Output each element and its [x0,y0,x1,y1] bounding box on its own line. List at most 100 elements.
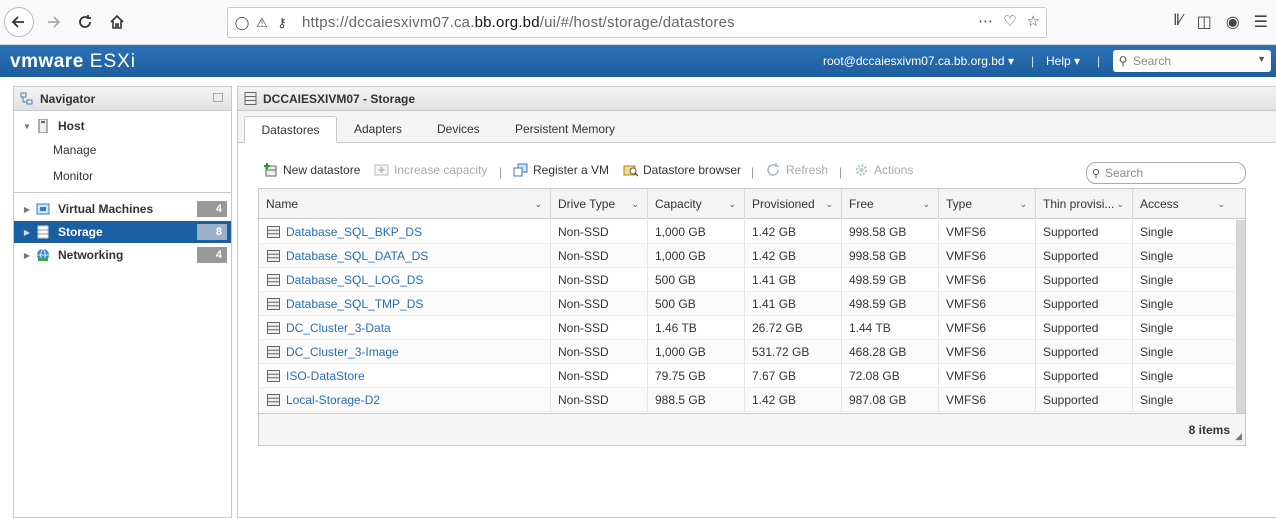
cell-provisioned: 7.67 GB [745,364,842,388]
chevron-down-icon[interactable]: ⌄ [1217,189,1225,219]
datastore-link[interactable]: Database_SQL_DATA_DS [286,244,428,268]
table-row[interactable]: DC_Cluster_3-Data Non-SSD 1.46 TB 26.72 GB 1… [259,316,1235,340]
expand-arrow-icon[interactable]: ▼ [20,122,34,131]
cell-provisioned: 531.72 GB [745,340,842,364]
actions-button[interactable]: Actions [854,163,913,177]
cell-drive-type: Non-SSD [551,388,648,412]
nav-virtual-machines[interactable]: ▶ Virtual Machines 4 [14,198,231,220]
url-text[interactable]: https://dccaiesxivm07.ca.bb.org.bd/ui/#/… [302,14,735,31]
navigator-header: Navigator [14,87,231,111]
datastore-link[interactable]: DC_Cluster_3-Image [286,340,399,364]
datastore-link[interactable]: Database_SQL_TMP_DS [286,292,423,316]
cell-provisioned: 1.42 GB [745,388,842,412]
datastore-link[interactable]: DC_Cluster_3-Data [286,316,391,340]
tab-persistent-memory[interactable]: Persistent Memory [505,116,625,143]
pocket-icon[interactable]: ♡ [1003,12,1016,30]
shield-icon[interactable]: ◯ [232,15,252,31]
cell-access: Single [1140,345,1174,359]
column-header-free[interactable]: Free ⌄ [842,189,939,219]
chevron-down-icon[interactable]: ▼ [1257,54,1266,64]
new-datastore-icon [264,163,277,177]
increase-capacity-button[interactable]: Increase capacity [374,163,487,177]
cell-access: Single [1140,297,1174,311]
datastore-link[interactable]: ISO-DataStore [286,364,365,388]
datastore-icon [267,274,280,286]
home-button[interactable] [102,7,132,37]
chevron-down-icon[interactable]: ⌄ [728,189,736,219]
datastore-link[interactable]: Database_SQL_LOG_DS [286,268,423,292]
column-header-capacity[interactable]: Capacity ⌄ [648,189,745,219]
column-header-provisioned[interactable]: Provisioned ⌄ [745,189,842,219]
column-header-name[interactable]: Name ⌄ [259,189,551,219]
vmware-esxi-logo: vmware ESXi [10,51,137,72]
chevron-down-icon[interactable]: ⌄ [631,189,639,219]
datastore-link[interactable]: Database_SQL_BKP_DS [286,220,422,244]
datastore-search-input[interactable]: ⚲ Search [1086,162,1246,184]
storage-count-badge: 8 [197,224,227,240]
reload-button[interactable] [70,7,100,37]
nav-networking[interactable]: ▶ Networking 4 [14,244,231,266]
table-row[interactable]: ISO-DataStore Non-SSD 79.75 GB 7.67 GB 72.08… [259,364,1235,388]
collapse-navigator-button[interactable] [213,93,223,102]
table-row[interactable]: DC_Cluster_3-Image Non-SSD 1,000 GB 531.72 … [259,340,1235,364]
bookmark-star-icon[interactable]: ☆ [1027,12,1040,30]
expand-arrow-icon[interactable]: ▶ [20,228,34,237]
networking-count-badge: 4 [197,247,227,263]
expand-arrow-icon[interactable]: ▶ [20,205,34,214]
sidebar-icon[interactable]: ◫ [1197,12,1212,32]
expand-arrow-icon[interactable]: ▶ [20,251,34,260]
table-row[interactable]: Local-Storage-D2 Non-SSD 988.5 GB 1.42 GB 98… [259,388,1235,412]
back-button[interactable] [4,7,34,37]
refresh-button[interactable]: Refresh [766,163,828,177]
column-header-drive-type[interactable]: Drive Type ⌄ [551,189,648,219]
header-search-input[interactable]: ⚲ Search ▼ [1113,50,1271,72]
cell-type: VMFS6 [939,220,1036,244]
register-vm-button[interactable]: Register a VM [513,163,609,177]
column-header-access[interactable]: Access ⌄ [1133,189,1245,219]
table-row[interactable]: Database_SQL_DATA_DS Non-SSD 1,000 GB 1.42 … [259,244,1235,268]
forward-button[interactable] [38,7,68,37]
storage-tabs: Datastores Adapters Devices Persistent M… [238,111,1276,143]
increase-capacity-icon [374,164,389,176]
cell-provisioned: 1.42 GB [745,244,842,268]
nav-host-manage[interactable]: Manage [14,139,231,161]
table-row[interactable]: Database_SQL_TMP_DS Non-SSD 500 GB 1.41 GB 4… [259,292,1235,316]
chevron-down-icon[interactable]: ⌄ [1116,189,1124,219]
column-header-type[interactable]: Type ⌄ [939,189,1036,219]
nav-host-monitor[interactable]: Monitor [14,165,231,187]
cell-name: Database_SQL_TMP_DS [259,292,551,316]
tab-adapters[interactable]: Adapters [344,116,412,143]
table-row[interactable]: Database_SQL_BKP_DS Non-SSD 1,000 GB 1.42 G… [259,220,1235,244]
table-scrollbar[interactable] [1236,220,1245,413]
nav-storage[interactable]: ▶ Storage 8 [14,221,231,243]
resize-grip-icon[interactable]: ◢ [1235,431,1242,442]
tab-devices[interactable]: Devices [427,116,490,143]
user-menu[interactable]: root@dccaiesxivm07.ca.bb.org.bd ▾ [823,54,1014,68]
chevron-down-icon[interactable]: ⌄ [534,189,542,219]
cell-capacity: 500 GB [648,292,745,316]
column-header-thin-provisioning[interactable]: Thin provisi... ⌄ [1036,189,1133,219]
menu-icon[interactable]: ☰ [1254,12,1268,32]
library-icon[interactable]: ‖⁄ [1173,12,1182,32]
new-datastore-button[interactable]: New datastore [263,163,360,177]
cell-type: VMFS6 [939,292,1036,316]
chevron-down-icon[interactable]: ⌄ [1019,189,1027,219]
datastore-icon [267,370,280,382]
datastore-browser-button[interactable]: Datastore browser [623,163,741,177]
help-menu[interactable]: Help ▾ [1046,54,1080,68]
address-bar[interactable]: ◯ ⚠ ⚷ https://dccaiesxivm07.ca.bb.org.bd… [227,7,1047,38]
warning-lock-icon[interactable]: ⚠ [252,15,272,31]
account-icon[interactable]: ◉ [1226,12,1240,32]
cell-type: VMFS6 [939,268,1036,292]
tab-datastores[interactable]: Datastores [244,116,337,143]
datastore-link[interactable]: Local-Storage-D2 [286,388,380,412]
nav-host[interactable]: ▼ Host [14,115,231,137]
chevron-down-icon[interactable]: ⌄ [922,189,930,219]
chevron-down-icon[interactable]: ⌄ [825,189,833,219]
cell-type: VMFS6 [939,316,1036,340]
navigator-icon [20,92,33,104]
cell-access: Single [1140,321,1174,335]
page-actions-icon[interactable]: ⋯ [978,12,993,30]
table-row[interactable]: Database_SQL_LOG_DS Non-SSD 500 GB 1.41 GB 4… [259,268,1235,292]
cell-drive-type: Non-SSD [551,268,648,292]
